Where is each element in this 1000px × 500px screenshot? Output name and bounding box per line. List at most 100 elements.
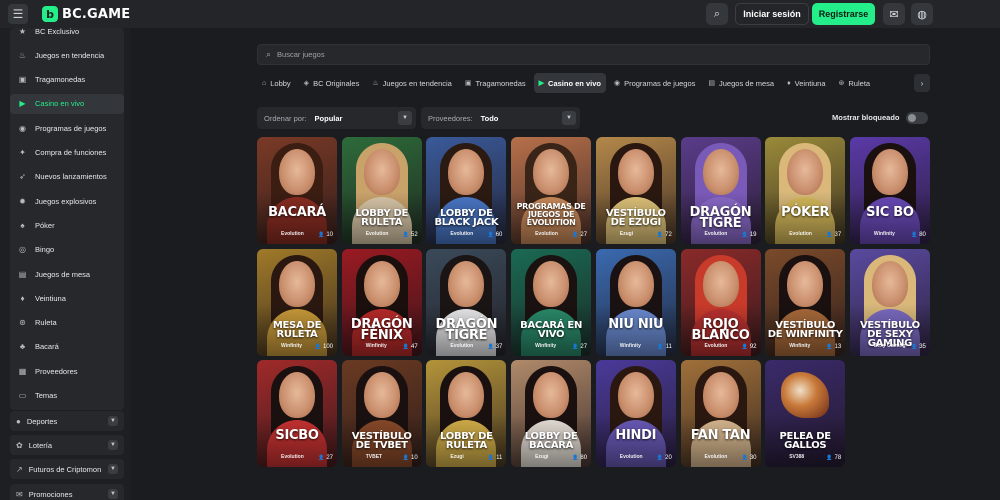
sidebar-item[interactable]: ♦ Veintiuna [10, 288, 124, 308]
game-card[interactable]: DRAGÓN FÉNIX Winfinity 👤 47 [341, 248, 422, 356]
chat-icon[interactable]: ✉ [883, 3, 905, 25]
dealer-face [279, 149, 315, 195]
provider-logo: Ezugi [535, 454, 549, 460]
game-card[interactable]: SIC BO Winfinity 👤 80 [849, 137, 930, 244]
tabs-next-button[interactable]: › [914, 74, 930, 92]
sidebar-item[interactable]: ◉ Programas de juegos [10, 118, 124, 138]
sidebar-item-label: Póker [35, 220, 55, 230]
dealer-face [363, 372, 400, 418]
tab[interactable]: ▤ Juegos de mesa [703, 73, 779, 93]
tab[interactable]: ◉ Programas de juegos [609, 73, 700, 93]
sidebar-group[interactable]: ✿ Lotería ▼ [10, 435, 124, 455]
game-card[interactable]: PÓKER Evolution 👤 37 [765, 137, 846, 244]
sidebar-item[interactable]: ▭ Temas [10, 386, 124, 406]
dealer-face [871, 149, 908, 195]
tab[interactable]: ▶ Casino en vivo [533, 73, 606, 93]
dealer-face [363, 149, 400, 195]
chart-icon: ↗ [16, 464, 23, 474]
sidebar-group[interactable]: ✉ Promociones ▼ [10, 484, 124, 500]
tab[interactable]: ♦ Veintiuna [782, 73, 830, 93]
sidebar-item[interactable]: ♣ Bacará [10, 337, 124, 357]
sidebar-item[interactable]: ♨ Juegos en tendencia [10, 45, 124, 65]
provider-logo: Evolution [535, 231, 558, 237]
game-title: SIC BO [866, 205, 914, 220]
player-count-value: 37 [495, 343, 503, 350]
game-card[interactable]: VESTÍBULO DE TVBET TVBET 👤 10 [341, 360, 422, 467]
game-card[interactable]: ROJO BLANCO Evolution 👤 92 [680, 248, 761, 356]
globe-icon[interactable]: ◍ [911, 3, 933, 25]
sort-value: Popular [314, 113, 343, 123]
provider-logo: Evolution [789, 231, 812, 237]
game-card[interactable]: FAN TAN Evolution 👤 30 [680, 360, 761, 467]
user-icon: 👤 [657, 343, 664, 350]
search-input[interactable]: ⌕ Buscar juegos [257, 44, 930, 65]
game-card[interactable]: HINDI Evolution 👤 20 [595, 360, 676, 467]
gift-icon: ✉ [16, 489, 23, 499]
show-blocked-toggle[interactable] [906, 112, 928, 124]
lottery-icon: ✿ [16, 440, 23, 450]
game-card[interactable]: VESTÍBULO DE WINFINITY Winfinity 👤 13 [765, 248, 846, 356]
game-card[interactable]: BACARÁ Evolution 👤 10 [257, 137, 337, 244]
tab[interactable]: ⊛ Ruleta [834, 73, 876, 93]
sidebar-group[interactable]: ↗ Futuros de Criptomon ▼ [10, 459, 124, 479]
sidebar-item-label: Ruleta [35, 318, 57, 328]
sidebar-item[interactable]: ⊛ Ruleta [10, 313, 124, 333]
user-icon: 👤 [910, 343, 918, 350]
game-card[interactable]: DRAGÓN TIGRE Evolution 👤 37 [426, 248, 507, 356]
sidebar-item-label: Compra de funciones [35, 148, 107, 157]
sidebar-item[interactable]: ★ BC Exclusivo [10, 28, 124, 41]
register-button[interactable]: Registrarse [812, 3, 875, 25]
game-card[interactable]: PELEA DE GALLOS SV388 👤 78 [765, 360, 846, 467]
brand-logo[interactable]: b BC.GAME [42, 4, 130, 24]
tab[interactable]: ◈ BC Originales [299, 73, 365, 93]
sidebar-item[interactable]: ▤ Juegos de mesa [10, 264, 124, 284]
game-card[interactable]: BACARÁ EN VIVO Winfinity 👤 27 [511, 248, 592, 356]
tab[interactable]: ⌂ Lobby [257, 73, 296, 93]
rocket-icon: ➶ [19, 172, 26, 182]
provider-logo: Ezugi [450, 454, 464, 460]
sidebar-item[interactable]: ▣ Tragamonedas [10, 70, 124, 90]
sidebar-item[interactable]: ◎ Bingo [10, 240, 124, 260]
game-card[interactable]: MESA DE RULETA Winfinity 👤 100 [257, 248, 337, 356]
login-button[interactable]: Iniciar sesión [735, 3, 809, 25]
game-card[interactable]: LOBBY DE BLACK JACK Evolution 👤 60 [426, 137, 507, 244]
tab-label: Juegos en tendencia [382, 78, 452, 88]
game-card[interactable]: NIU NIU Winfinity 👤 11 [595, 248, 676, 356]
tab[interactable]: ♨ Juegos en tendencia [367, 73, 457, 93]
provider-logo: Winfinity [365, 342, 387, 349]
game-card[interactable]: PROGRAMAS DE JUEGOS DE EVOLUTION Evolutio… [511, 137, 592, 244]
player-count-value: 47 [411, 343, 418, 350]
sidebar-item[interactable]: ✦ Compra de funciones [10, 143, 124, 163]
search-user-icon[interactable]: ⌕ [706, 3, 728, 25]
main-content: ⌕ Buscar juegos ⌂ Lobby ◈ BC Originales ♨ Jue… [130, 28, 1000, 500]
sort-filter[interactable]: Ordenar por: Popular ▼ [257, 107, 416, 129]
sidebar-group[interactable]: ● Deportes ▼ [10, 411, 124, 431]
sidebar-item[interactable]: ✹ Juegos explosivos [10, 191, 124, 211]
game-card[interactable]: VESTÍBULO DE SEXY GAMING Sexy Gaming 👤 35 [849, 248, 930, 356]
player-count: 👤 11 [657, 344, 671, 350]
game-card[interactable]: DRAGÓN TIGRE Evolution 👤 19 [680, 137, 761, 244]
sidebar-item[interactable]: ▶ Casino en vivo [10, 93, 124, 114]
game-title: LOBBY DE RULETA [440, 431, 493, 451]
provider-filter[interactable]: Proveedores: Todo ▼ [421, 107, 580, 129]
user-icon: 👤 [318, 232, 325, 238]
user-icon: 👤 [572, 343, 579, 350]
sidebar-item[interactable]: ➶ Nuevos lanzamientos [10, 167, 124, 187]
sidebar-item[interactable]: ♠ Póker [10, 215, 124, 235]
game-card[interactable]: LOBBY DE RULETA Evolution 👤 52 [341, 137, 422, 244]
toggle-knob [908, 114, 916, 122]
tab[interactable]: ▣ Tragamonedas [460, 73, 531, 93]
roulette-icon: ⊛ [838, 80, 845, 87]
provider-logo: Winfinity [281, 342, 303, 349]
search-icon: ⌕ [266, 49, 272, 59]
game-card[interactable]: SICBO Evolution 👤 27 [257, 360, 337, 467]
menu-icon[interactable]: ☰ [8, 4, 28, 24]
game-card[interactable]: VESTÍBULO DE EZUGI Ezugi 👤 72 [595, 137, 676, 244]
player-count: 👤 27 [572, 232, 587, 238]
dealer-face [787, 149, 824, 195]
game-card[interactable]: LOBBY DE RULETA Ezugi 👤 11 [426, 360, 507, 467]
sidebar-item-label: Veintiuna [35, 293, 66, 303]
sidebar-item-label: Bingo [35, 245, 55, 255]
game-card[interactable]: LOBBY DE BACARÁ Ezugi 👤 80 [511, 360, 592, 467]
sidebar-item[interactable]: ▦ Proveedores [10, 361, 124, 381]
